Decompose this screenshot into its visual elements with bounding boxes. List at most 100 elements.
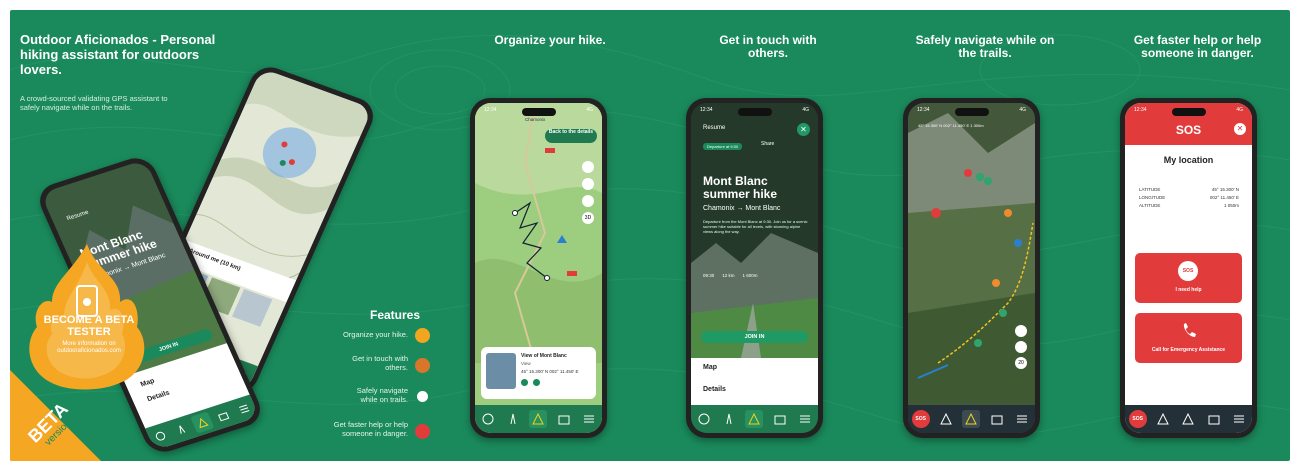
tab-warning-icon[interactable]	[1154, 410, 1172, 428]
beta-tester-subtitle: More information on outdooraficionados.c…	[57, 341, 121, 354]
map-controls: 3D	[582, 161, 594, 224]
tab-trails-icon[interactable]	[169, 418, 193, 440]
close-icon[interactable]: ✕	[1234, 123, 1246, 135]
hike-stats: 09:30 12 km 1 600m	[703, 273, 758, 278]
back-to-details-button[interactable]: Back to the details	[545, 129, 597, 143]
satellite-map	[908, 103, 1035, 433]
tab-bar	[475, 405, 602, 433]
tent-icon	[415, 389, 430, 404]
tab-menu-icon[interactable]	[580, 410, 598, 428]
compass-icon[interactable]	[582, 195, 594, 207]
beta-tester-callout[interactable]: BECOME A BETA TESTER More information on…	[30, 314, 148, 355]
tab-emergency-guide-icon[interactable]	[988, 410, 1006, 428]
feature-touch: Get in touch with others.	[352, 354, 408, 372]
table-row: LONGITUDE 002° 11.450' E	[1139, 195, 1239, 200]
need-help-button[interactable]: SOS I need help	[1135, 253, 1242, 303]
tab-guide-icon[interactable]	[745, 410, 764, 428]
tab-emergency-guide-icon[interactable]	[555, 410, 573, 428]
close-icon[interactable]: ✕	[797, 123, 810, 136]
stat-elevation: 1 600m	[742, 273, 758, 278]
heading-touch: Get in touch with others.	[719, 33, 817, 60]
handshake-icon	[415, 358, 430, 373]
heading-navigate: Safely navigate while on the trails.	[915, 33, 1055, 60]
tab-account-icon[interactable]	[479, 410, 497, 428]
target-icon[interactable]	[582, 178, 594, 190]
resume-label[interactable]: Resume	[703, 125, 725, 131]
poi-thumbnail	[486, 353, 516, 389]
tab-bar	[691, 405, 818, 433]
phone-touch: 12:34 4G Resume ✕ Share Departure at 9:30…	[686, 98, 823, 438]
phone-notch	[521, 108, 556, 116]
tab-guide-icon[interactable]	[190, 411, 215, 434]
phone-notch	[737, 108, 772, 116]
phone-organize: 12:34 4G Back to the details Chamonix 3D…	[470, 98, 607, 438]
tab-emergency-guide-icon[interactable]	[1205, 410, 1223, 428]
promo-banner: Outdoor Aficionados - Personal hiking as…	[10, 10, 1290, 461]
stat-distance: 12 km	[722, 273, 735, 278]
heading-organize: Organize your hike.	[494, 33, 606, 47]
map-controls: 20	[1015, 325, 1027, 369]
poi-coords: 45° 15.300' N 002° 11.450' E	[521, 369, 579, 374]
tab-exit-icon[interactable]	[1179, 410, 1197, 428]
intro-title: Outdoor Aficionados - Personal hiking as…	[20, 32, 216, 77]
phone-sos: 12:34 4G SOS ✕ My location LATITUDE 45° 15…	[1120, 98, 1257, 438]
phone-icon	[1183, 323, 1196, 337]
sos-icon	[415, 424, 430, 439]
feature-help: Get faster help or help someone in dange…	[333, 420, 408, 438]
join-button[interactable]: JOIN IN	[701, 331, 808, 343]
sections-panel: Map Details	[691, 358, 818, 408]
tab-guide-icon[interactable]	[529, 410, 548, 428]
edit-icon[interactable]	[521, 379, 528, 386]
tab-menu-icon[interactable]	[796, 410, 814, 428]
location-title: My location	[1163, 155, 1214, 165]
call-emergency-label: Call for Emergency Assistance	[1151, 347, 1226, 353]
locate-icon[interactable]	[1015, 325, 1027, 337]
tab-camera-icon[interactable]	[211, 405, 235, 427]
stat-time: 09:30	[703, 273, 715, 278]
call-emergency-button[interactable]: Call for Emergency Assistance	[1135, 313, 1242, 363]
beta-tester-title: BECOME A BETA TESTER	[43, 314, 135, 338]
tab-menu-icon[interactable]	[1013, 410, 1031, 428]
sos-circle-icon: SOS	[1178, 261, 1198, 281]
features-title: Features	[370, 308, 421, 322]
need-help-label: I need help	[1175, 287, 1202, 293]
feature-navigate: Safely navigate while on trails.	[356, 386, 408, 404]
gps-coordinates: 45° 15.300' N 002° 11.450' E 1 300m	[918, 123, 984, 128]
nav-tab-bar: SOS	[1125, 405, 1252, 433]
map-place-label: Chamonix	[525, 117, 546, 122]
tab-sos-icon[interactable]: SOS	[911, 410, 930, 428]
features-list: Organize your hike. Get in touch with ot…	[290, 328, 430, 458]
sos-title: SOS	[1175, 123, 1202, 137]
3d-toggle-icon[interactable]: 3D	[582, 212, 594, 224]
feature-organize: Organize your hike.	[342, 330, 408, 339]
locate-icon[interactable]	[582, 161, 594, 173]
tab-warning-icon[interactable]	[937, 410, 955, 428]
delete-icon[interactable]	[533, 379, 540, 386]
phone-notch	[954, 108, 989, 116]
zoom-level[interactable]: 20	[1015, 357, 1027, 369]
hike-route: Chamonix → Mont Blanc	[703, 205, 781, 212]
poi-title: View of Mont Blanc	[521, 353, 567, 359]
map-section[interactable]: Map	[703, 364, 717, 371]
tab-sos-icon[interactable]: SOS	[1128, 410, 1147, 428]
departure-tag: Departure at 9:30	[703, 143, 743, 150]
share-label[interactable]: Share	[761, 141, 774, 147]
details-section[interactable]: Details	[703, 386, 726, 393]
hike-description: Departure from the Mont Blanc at 9:30. J…	[703, 219, 808, 234]
tab-exit-icon[interactable]	[962, 410, 981, 428]
tab-account-icon[interactable]	[148, 425, 172, 447]
table-row: ALTITUDE 1 050m	[1139, 203, 1239, 208]
phone-navigate: 12:34 4G 45° 15.300' N 002° 11.450' E 1 3…	[903, 98, 1040, 438]
tab-account-icon[interactable]	[695, 410, 713, 428]
table-row: LATITUDE 45° 15.300' N	[1139, 187, 1239, 192]
intro-description: A crowd-sourced validating GPS assistant…	[20, 94, 168, 112]
tab-menu-icon[interactable]	[1230, 410, 1248, 428]
tab-trails-icon[interactable]	[720, 410, 738, 428]
tab-emergency-guide-icon[interactable]	[771, 410, 789, 428]
compass-icon[interactable]	[1015, 341, 1027, 353]
poi-card[interactable]: View of Mont Blanc View 45° 15.300' N 00…	[481, 347, 596, 399]
tab-menu-icon[interactable]	[232, 398, 256, 420]
heading-help: Get faster help or help someone in dange…	[1133, 33, 1262, 60]
tab-trails-icon[interactable]	[504, 410, 522, 428]
hike-title: Mont Blanc summer hike	[703, 174, 778, 201]
